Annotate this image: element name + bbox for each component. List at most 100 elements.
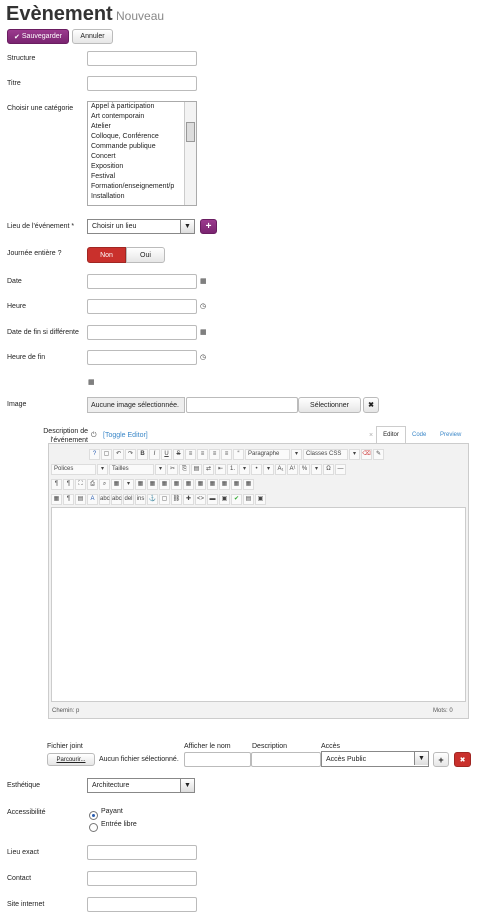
delete-row-icon[interactable]: ▦ — [183, 479, 194, 490]
cleanup-icon[interactable]: ✎ — [373, 449, 384, 460]
add-lieu-button[interactable]: + — [200, 219, 217, 234]
table-row-props-icon[interactable]: ▦ — [135, 479, 146, 490]
chevron-down-icon[interactable]: ▾ — [155, 464, 166, 475]
date-fin-input[interactable] — [87, 325, 197, 340]
journee-non-button[interactable]: Non — [87, 247, 126, 263]
tab-code[interactable]: Code — [412, 432, 426, 438]
add-file-button[interactable]: + — [433, 752, 449, 767]
italic-icon[interactable]: I — [149, 449, 160, 460]
help-icon[interactable]: ? — [89, 449, 100, 460]
new-document-icon[interactable]: ▢ — [101, 449, 112, 460]
show-blocks-icon[interactable]: ¶ — [63, 494, 74, 505]
list-item[interactable]: Atelier — [88, 122, 196, 132]
align-justify-icon[interactable]: ≡ — [185, 449, 196, 460]
contact-input[interactable] — [87, 871, 197, 886]
chevron-down-icon[interactable]: ▾ — [263, 464, 274, 475]
visual-aid-icon[interactable]: ▦ — [51, 494, 62, 505]
site-input[interactable] — [87, 897, 197, 912]
template-icon[interactable]: ▤ — [243, 494, 254, 505]
close-icon[interactable]: × — [369, 432, 373, 439]
col-after-icon[interactable]: ▦ — [207, 479, 218, 490]
list-item[interactable]: Appel à participation — [88, 102, 196, 112]
row-after-icon[interactable]: ▦ — [171, 479, 182, 490]
code-icon[interactable]: <> — [195, 494, 206, 505]
structure-input[interactable] — [87, 51, 197, 66]
chevron-down-icon[interactable]: ▾ — [239, 464, 250, 475]
merge-cells-icon[interactable]: ▦ — [243, 479, 254, 490]
col-before-icon[interactable]: ▦ — [195, 479, 206, 490]
undo-icon[interactable]: ↶ — [113, 449, 124, 460]
anchor-icon[interactable]: ⚓ — [147, 494, 158, 505]
tab-editor[interactable]: Editor — [376, 426, 406, 443]
text-color-icon[interactable]: A — [87, 494, 98, 505]
underline-icon[interactable]: U — [161, 449, 172, 460]
chevron-down-icon[interactable]: ▾ — [97, 464, 108, 475]
paragraph-select[interactable]: Paragraphe — [245, 449, 290, 460]
align-left-icon[interactable]: ≡ — [197, 449, 208, 460]
image-path-input[interactable] — [186, 397, 298, 413]
plugin-icon[interactable]: ✚ — [183, 494, 194, 505]
heure-fin-input[interactable] — [87, 350, 197, 365]
outdent-icon[interactable]: ⇤ — [215, 464, 226, 475]
list-item[interactable]: Concert — [88, 152, 196, 162]
split-cells-icon[interactable]: ▦ — [231, 479, 242, 490]
style-icon[interactable]: ▤ — [75, 494, 86, 505]
radio-entree-libre[interactable] — [89, 823, 98, 832]
listbox-scrollbar[interactable] — [184, 102, 196, 205]
image-icon[interactable]: ▣ — [219, 494, 230, 505]
titre-input[interactable] — [87, 76, 197, 91]
bullet-list-icon[interactable]: • — [251, 464, 262, 475]
redo-icon[interactable]: ↷ — [125, 449, 136, 460]
clear-format-icon[interactable]: ⌫ — [361, 449, 372, 460]
font-family-select[interactable]: Polices — [51, 464, 96, 475]
image-select-button[interactable]: Sélectionner — [298, 397, 361, 413]
lieu-select[interactable]: Choisir un lieu ▼ — [87, 219, 195, 234]
esthetique-select[interactable]: Architecture ▼ — [87, 778, 195, 793]
cancel-button[interactable]: Annuler — [72, 29, 113, 44]
heure-input[interactable] — [87, 299, 197, 314]
del-icon[interactable]: del — [123, 494, 134, 505]
image-clear-button[interactable]: ✖ — [363, 397, 379, 413]
copy-icon[interactable]: ⎘ — [179, 464, 190, 475]
css-classes-select[interactable]: Classes CSS — [303, 449, 348, 460]
save-button[interactable]: ✔ Sauvegarder — [7, 29, 69, 44]
find-replace-icon[interactable]: ⇄ — [203, 464, 214, 475]
clock-icon[interactable]: ◷ — [200, 353, 206, 361]
radio-payant[interactable] — [89, 811, 98, 820]
print-icon[interactable]: ⎙ — [87, 479, 98, 490]
chevron-down-icon[interactable]: ▾ — [123, 479, 134, 490]
list-item[interactable]: Colloque, Conférence — [88, 132, 196, 142]
media-icon[interactable]: ▣ — [255, 494, 266, 505]
editor-content-area[interactable] — [51, 507, 466, 702]
hr-icon[interactable]: — — [335, 464, 346, 475]
list-item[interactable]: Festival — [88, 172, 196, 182]
calendar-icon[interactable]: ▦ — [88, 378, 95, 386]
table-icon[interactable]: ▦ — [111, 479, 122, 490]
check-icon[interactable]: ✔ — [231, 494, 242, 505]
search-icon[interactable]: ⌕ — [99, 479, 110, 490]
afficher-nom-input[interactable] — [184, 752, 251, 767]
special-char-icon[interactable]: % — [299, 464, 310, 475]
cut-icon[interactable]: ✂ — [167, 464, 178, 475]
chevron-down-icon[interactable]: ▾ — [291, 449, 302, 460]
subscript-icon[interactable]: A₁ — [275, 464, 286, 475]
pagebreak-icon[interactable]: ▬ — [207, 494, 218, 505]
acces-select[interactable]: Accès Public ▼ — [321, 751, 429, 767]
categorie-listbox[interactable]: Appel à participation Art contemporain A… — [87, 101, 197, 206]
align-center-icon[interactable]: ≡ — [209, 449, 220, 460]
date-input[interactable] — [87, 274, 197, 289]
description-input[interactable] — [251, 752, 321, 767]
rtl-icon[interactable]: ¶ — [63, 479, 74, 490]
strikethrough-icon[interactable]: S — [173, 449, 184, 460]
browse-button[interactable]: Parcourir... — [47, 753, 95, 766]
delete-col-icon[interactable]: ▦ — [219, 479, 230, 490]
lieu-exact-input[interactable] — [87, 845, 197, 860]
fullscreen-icon[interactable]: ⛶ — [75, 479, 86, 490]
list-item[interactable]: Art contemporain — [88, 112, 196, 122]
clock-icon[interactable]: ◷ — [200, 302, 206, 310]
list-item[interactable]: Commande publique — [88, 142, 196, 152]
superscript-icon[interactable]: A¹ — [287, 464, 298, 475]
table-cell-props-icon[interactable]: ▦ — [147, 479, 158, 490]
tab-preview[interactable]: Preview — [440, 432, 461, 438]
paste-icon[interactable]: ▤ — [191, 464, 202, 475]
